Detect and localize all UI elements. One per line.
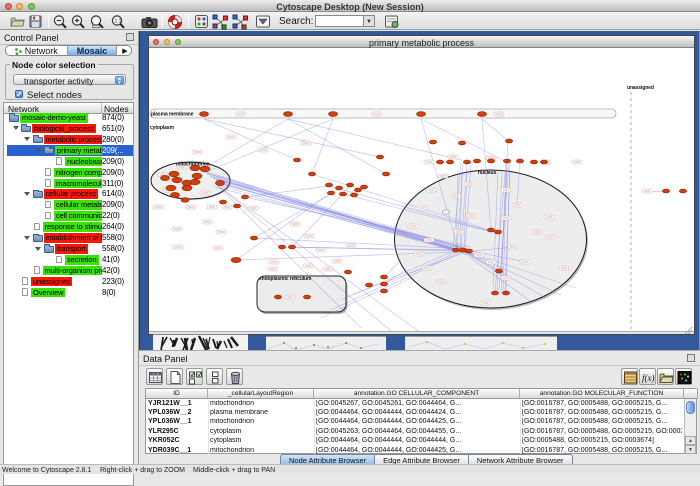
svg-text:unassigned: unassigned — [627, 85, 654, 91]
svg-text:endoplasmic reticulum: endoplasmic reticulum — [259, 276, 312, 282]
svg-text:plasma membrane: plasma membrane — [151, 112, 194, 118]
svg-text:nucleus: nucleus — [478, 170, 497, 176]
svg-text:f(x): f(x) — [642, 373, 655, 383]
svg-text:cytoplasm: cytoplasm — [150, 125, 174, 131]
svg-text:mitochondrion: mitochondrion — [176, 162, 210, 168]
svg-text:1:1: 1:1 — [115, 19, 122, 25]
